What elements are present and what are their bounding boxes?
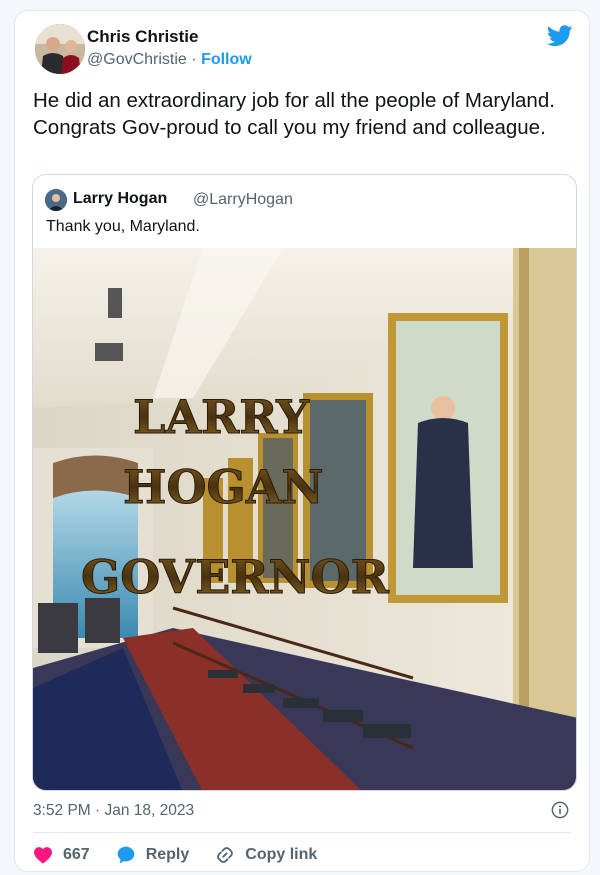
quoted-text: Thank you, Maryland. (46, 218, 200, 235)
author-avatar[interactable] (35, 24, 85, 74)
overlay-line-1: LARRY (133, 390, 310, 444)
twitter-bird-icon[interactable] (547, 25, 573, 47)
tweet-card: Chris Christie @GovChristie · Follow He … (14, 10, 590, 872)
copy-link-label: Copy link (245, 846, 318, 863)
like-count: 667 (63, 846, 90, 863)
separator: · (191, 51, 197, 68)
author-handle-line: @GovChristie · Follow (87, 51, 252, 69)
link-icon (217, 847, 234, 863)
reply-button[interactable]: Reply (116, 845, 190, 865)
follow-button[interactable]: Follow (201, 51, 252, 68)
divider (33, 832, 571, 833)
quoted-handle: @LarryHogan (193, 191, 293, 208)
info-icon[interactable] (551, 801, 569, 819)
overlay-line-3: GOVERNOR (81, 550, 390, 604)
reply-label: Reply (145, 846, 190, 863)
quoted-tweet[interactable]: Larry Hogan @LarryHogan Thank you, Maryl… (32, 174, 577, 791)
quoted-avatar[interactable] (45, 189, 67, 211)
reply-bubble-icon (117, 846, 135, 864)
author-name[interactable]: Chris Christie (87, 27, 198, 47)
author-handle[interactable]: @GovChristie (87, 51, 187, 68)
quoted-photo[interactable]: LARRY HOGAN GOVERNOR (33, 248, 577, 791)
tweet-text: He did an extraordinary job for all the … (33, 89, 555, 139)
quoted-name[interactable]: Larry Hogan (73, 190, 167, 208)
overlay-line-2: HOGAN (123, 460, 324, 514)
copy-link-button[interactable]: Copy link (215, 845, 317, 865)
like-button[interactable]: 667 (33, 846, 90, 864)
tweet-actions: 667 Reply Copy link (33, 844, 343, 866)
tweet-timestamp[interactable]: 3:52 PM · Jan 18, 2023 (33, 802, 194, 820)
heart-icon (34, 847, 52, 864)
